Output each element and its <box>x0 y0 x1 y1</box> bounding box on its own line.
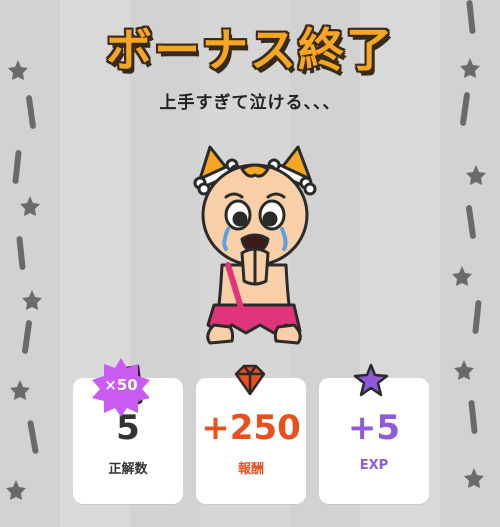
purple-star-icon <box>353 363 389 397</box>
multiplier-badge: ×50 <box>90 356 152 418</box>
star-decoration-icon <box>452 266 472 286</box>
correct-count-label: 正解数 <box>108 462 148 477</box>
reward-label: 報酬 <box>237 462 264 477</box>
star-decoration-icon <box>466 165 486 185</box>
star-decoration-icon <box>20 196 40 216</box>
star-decoration-icon <box>464 468 484 488</box>
star-decoration-icon <box>10 380 30 400</box>
exp-value: +5 <box>347 408 401 448</box>
reward-card: +250 報酬 <box>196 378 306 504</box>
red-gem-icon <box>234 364 266 396</box>
reward-value: +250 <box>201 408 301 448</box>
star-decoration-icon <box>22 290 42 310</box>
crying-caveman-baby-character <box>193 145 317 345</box>
result-title: ボーナス終了 <box>106 23 394 77</box>
star-decoration-icon <box>454 360 474 380</box>
star-decoration-icon <box>6 480 26 500</box>
multiplier-text: ×50 <box>104 376 138 394</box>
exp-label: EXP <box>359 458 389 473</box>
result-subtitle: 上手すぎて泣ける、、、 <box>159 93 341 113</box>
